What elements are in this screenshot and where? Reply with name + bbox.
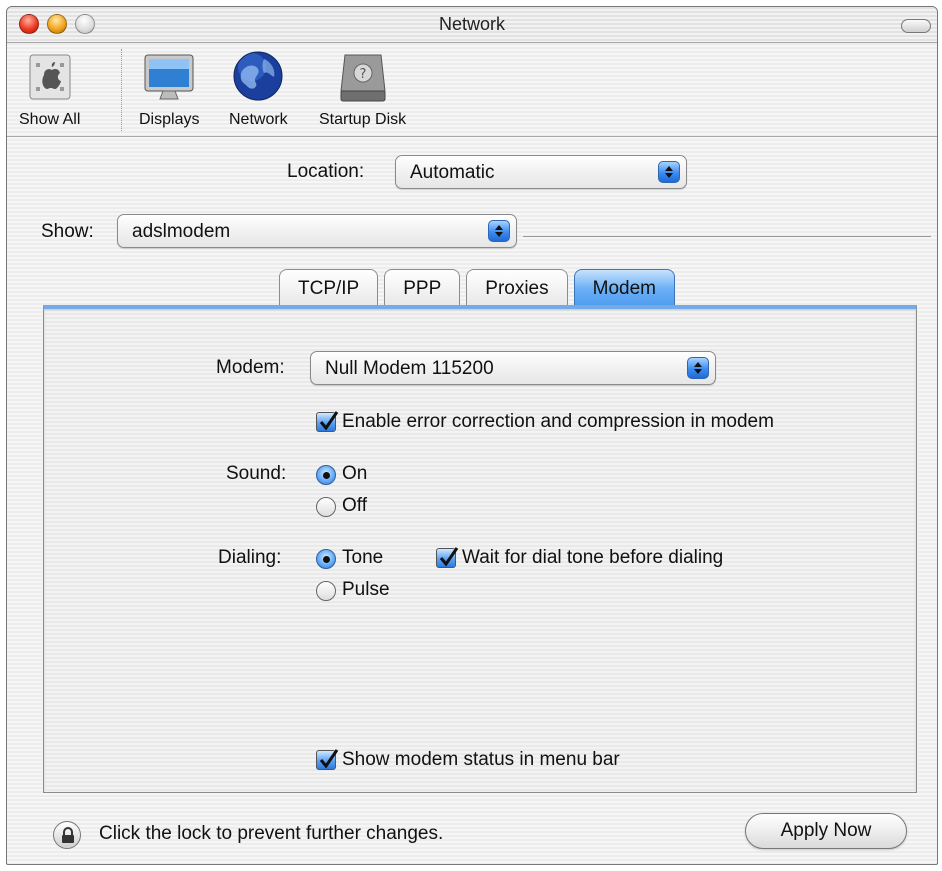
window-title: Network xyxy=(438,14,505,34)
wait-dial-tone-label: Wait for dial tone before dialing xyxy=(462,547,724,568)
checkmark-icon xyxy=(439,547,459,567)
svg-text:?: ? xyxy=(359,67,366,82)
modem-label: Modem: xyxy=(216,357,285,378)
dialing-tone-label: Tone xyxy=(342,547,384,568)
dialing-label: Dialing: xyxy=(218,547,282,568)
tab-tcpip[interactable]: TCP/IP xyxy=(279,269,379,307)
location-label: Location: xyxy=(287,161,365,182)
apply-now-button[interactable]: Apply Now xyxy=(745,813,907,849)
checkmark-icon xyxy=(319,749,339,769)
toolbar-item-show-all[interactable]: Show All xyxy=(19,49,80,129)
show-label: Show: xyxy=(41,221,94,242)
toolbar-separator xyxy=(121,49,122,131)
show-value: adslmodem xyxy=(132,221,231,242)
lock-button[interactable] xyxy=(53,821,81,849)
toolbar-item-displays[interactable]: Displays xyxy=(139,49,199,129)
toolbar-item-label: Network xyxy=(229,111,288,128)
dialing-tone-radio[interactable] xyxy=(316,549,336,569)
lock-icon xyxy=(62,827,74,843)
tab-ppp[interactable]: PPP xyxy=(384,269,461,307)
show-divider xyxy=(523,236,931,237)
wait-dial-tone-checkbox[interactable] xyxy=(436,547,459,568)
tab-bar: TCP/IP PPP Proxies Modem xyxy=(279,269,681,307)
sound-label: Sound: xyxy=(226,463,287,484)
error-correction-label: Enable error correction and compression … xyxy=(342,411,774,432)
popup-arrows-icon xyxy=(488,220,510,242)
error-correction-checkbox[interactable] xyxy=(316,411,339,432)
toolbar-item-network[interactable]: Network xyxy=(229,49,288,129)
show-status-checkbox[interactable] xyxy=(316,749,339,770)
tab-modem[interactable]: Modem xyxy=(573,269,675,307)
sound-on-label: On xyxy=(342,463,368,484)
tab-proxies[interactable]: Proxies xyxy=(466,269,568,307)
sound-on-radio[interactable] xyxy=(316,465,336,485)
toolbar-toggle-button[interactable] xyxy=(901,19,931,33)
toolbar-item-label: Show All xyxy=(19,111,81,128)
modem-panel: Modem: Null Modem 115200 Enable error co… xyxy=(43,305,917,793)
monitor-icon xyxy=(144,54,194,100)
toolbar-item-startup-disk[interactable]: ? Startup Disk xyxy=(319,49,406,129)
title-bar: Network xyxy=(7,7,937,43)
toolbar-item-label: Displays xyxy=(139,111,200,128)
modem-popup[interactable]: Null Modem 115200 xyxy=(310,351,716,385)
sound-off-radio[interactable] xyxy=(316,497,336,517)
show-popup[interactable]: adslmodem xyxy=(117,214,517,248)
hard-disk-icon: ? xyxy=(340,54,386,102)
apple-show-all-icon xyxy=(29,54,71,100)
toolbar: Show All Displays Network ? Startup Disk xyxy=(7,43,937,137)
popup-arrows-icon xyxy=(658,161,680,183)
modem-value: Null Modem 115200 xyxy=(325,358,494,379)
checkmark-icon xyxy=(319,411,339,431)
location-popup[interactable]: Automatic xyxy=(395,155,687,189)
show-status-label: Show modem status in menu bar xyxy=(342,749,620,770)
sound-off-label: Off xyxy=(342,495,367,516)
network-window: Network Show All Displays Network ? Star… xyxy=(6,6,938,865)
lock-message: Click the lock to prevent further change… xyxy=(99,823,444,844)
toolbar-item-label: Startup Disk xyxy=(319,111,407,128)
dialing-pulse-radio[interactable] xyxy=(316,581,336,601)
globe-icon xyxy=(233,51,283,101)
popup-arrows-icon xyxy=(687,357,709,379)
location-value: Automatic xyxy=(410,162,495,183)
dialing-pulse-label: Pulse xyxy=(342,579,390,600)
